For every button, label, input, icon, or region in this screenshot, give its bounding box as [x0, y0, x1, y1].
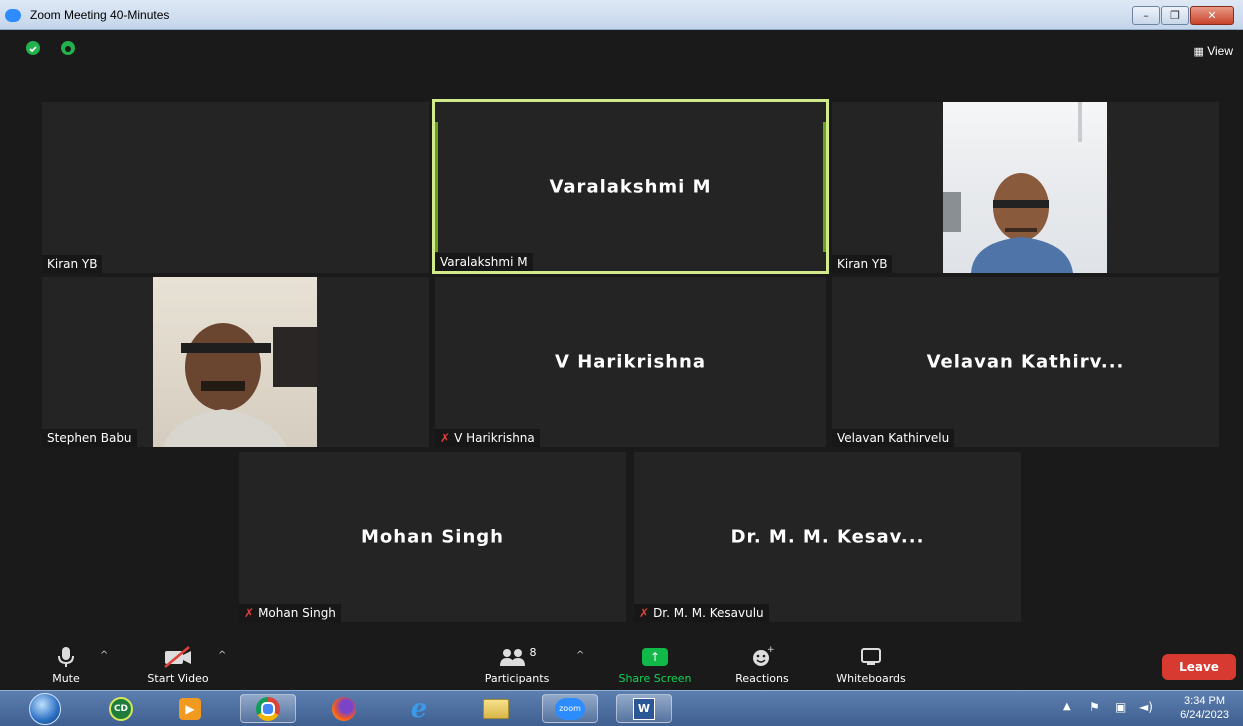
connection-quality-icon[interactable]	[61, 41, 75, 55]
show-hidden-icons-arrow[interactable]: ▲	[1063, 701, 1071, 712]
participant-name-label: ✗ Dr. M. M. Kesavulu	[634, 604, 769, 622]
participant-display-name: Mohan Singh	[361, 526, 504, 548]
participant-display-name: Varalakshmi M	[549, 176, 712, 197]
taskbar-internet-explorer[interactable]: e	[391, 694, 447, 723]
participant-tile-active-speaker[interactable]: Varalakshmi M Varalakshmi M	[432, 99, 829, 274]
participant-tile[interactable]: Kiran YB	[42, 102, 429, 273]
video-off-icon	[140, 644, 216, 670]
participant-video	[153, 277, 317, 447]
start-button[interactable]	[22, 692, 68, 725]
whiteboard-icon	[826, 644, 916, 670]
whiteboards-button[interactable]: Whiteboards	[826, 644, 916, 685]
clock-date: 6/24/2023	[1180, 709, 1229, 721]
muted-mic-icon: ✗	[244, 606, 255, 620]
mute-button[interactable]: Mute	[40, 644, 92, 685]
minimize-button[interactable]: –	[1132, 6, 1160, 25]
taskbar-firefox[interactable]	[316, 694, 372, 723]
share-screen-button[interactable]: ↑ Share Screen	[610, 644, 700, 685]
leave-button[interactable]: Leave	[1162, 654, 1236, 680]
participant-display-name: Dr. M. M. Kesav...	[730, 526, 925, 548]
taskbar-chrome[interactable]	[240, 694, 296, 723]
svg-text:+: +	[767, 645, 774, 655]
participant-video	[943, 102, 1107, 273]
participant-name-label: Stephen Babu	[42, 429, 137, 447]
grid-icon: ▦	[1193, 46, 1204, 58]
video-options-caret[interactable]: ^	[218, 650, 226, 661]
reactions-button[interactable]: + Reactions	[726, 644, 798, 685]
participant-tile[interactable]: Dr. M. M. Kesav... ✗ Dr. M. M. Kesavulu	[634, 452, 1021, 622]
system-clock[interactable]: 3:34 PM 6/24/2023	[1180, 694, 1229, 722]
participants-icon	[499, 649, 525, 666]
participant-name-label: ✗ Mohan Singh	[239, 604, 341, 622]
participant-tile[interactable]: Kiran YB	[832, 102, 1219, 273]
participant-name-label: Kiran YB	[42, 255, 103, 273]
participant-tile[interactable]: Velavan Kathirv... Velavan Kathirvelu	[832, 277, 1219, 447]
muted-mic-icon: ✗	[639, 606, 650, 620]
participant-name-label: ✗ V Harikrishna	[435, 429, 540, 447]
windows-start-orb-icon	[29, 692, 61, 725]
participants-options-caret[interactable]: ^	[576, 650, 584, 661]
word-icon: W	[633, 697, 655, 720]
folder-icon	[483, 698, 509, 719]
network-icon[interactable]: ▣	[1115, 700, 1126, 714]
taskbar-cd-app[interactable]: CD	[93, 694, 149, 723]
participant-display-name: V Harikrishna	[555, 351, 706, 373]
clock-time: 3:34 PM	[1184, 695, 1226, 707]
cd-burner-icon: CD	[109, 696, 133, 721]
participant-tile[interactable]: Stephen Babu	[42, 277, 429, 447]
share-screen-icon: ↑	[642, 648, 668, 666]
taskbar-zoom[interactable]: zoom	[542, 694, 598, 723]
participants-button[interactable]: 8 Participants	[474, 644, 560, 686]
window-title: Zoom Meeting 40-Minutes	[30, 8, 170, 22]
encryption-shield-icon[interactable]	[26, 41, 40, 55]
participant-tile[interactable]: Mohan Singh ✗ Mohan Singh	[239, 452, 626, 622]
reactions-smiley-icon: +	[726, 644, 798, 670]
start-video-button[interactable]: Start Video	[140, 644, 216, 685]
media-player-icon: ▶	[179, 697, 201, 720]
zoom-app-icon	[5, 9, 21, 22]
participants-count: 8	[529, 645, 537, 659]
close-button[interactable]: ✕	[1190, 6, 1234, 25]
participant-display-name: Velavan Kathirv...	[926, 351, 1125, 373]
audio-options-caret[interactable]: ^	[100, 650, 108, 661]
microphone-icon	[40, 644, 92, 670]
system-tray: ▲ ⚑ ▣ ◄) 3:34 PM 6/24/2023	[1043, 691, 1243, 726]
muted-mic-icon: ✗	[440, 431, 451, 445]
taskbar-file-explorer[interactable]	[468, 694, 524, 723]
taskbar-media-player[interactable]: ▶	[162, 694, 218, 723]
volume-icon[interactable]: ◄)	[1139, 700, 1153, 714]
chrome-icon	[256, 696, 280, 721]
participant-name-label: Velavan Kathirvelu	[832, 429, 955, 447]
action-center-flag-icon[interactable]: ⚑	[1089, 700, 1100, 714]
participant-tile[interactable]: V Harikrishna ✗ V Harikrishna	[435, 277, 826, 447]
view-button[interactable]: ▦ View	[1193, 44, 1233, 58]
window-titlebar: Zoom Meeting 40-Minutes – ❐ ✕	[0, 0, 1243, 30]
participant-name-label: Varalakshmi M	[435, 253, 533, 271]
firefox-icon	[332, 696, 356, 721]
meeting-area: ▦ View Kiran YB Varalakshmi M Varalakshm…	[0, 30, 1243, 690]
internet-explorer-icon: e	[410, 693, 428, 724]
participant-name-label: Kiran YB	[832, 255, 893, 273]
zoom-taskbar-icon: zoom	[555, 697, 585, 720]
taskbar-word[interactable]: W	[616, 694, 672, 723]
maximize-button[interactable]: ❐	[1161, 6, 1189, 25]
meeting-toolbar: Mute ^ Start Video ^ 8 Participants ^ ↑ …	[0, 642, 1243, 690]
windows-taskbar: CD ▶ e zoom W ▲ ⚑ ▣ ◄) 3:34 PM 6/24/2023	[0, 690, 1243, 726]
